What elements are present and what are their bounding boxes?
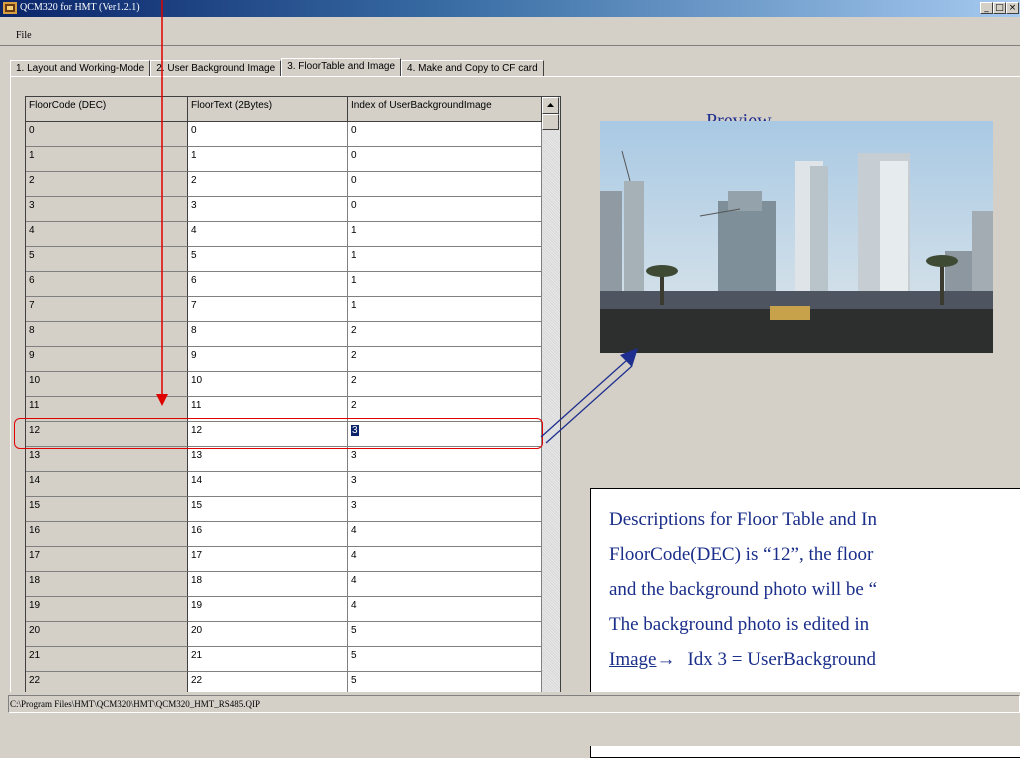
status-bar: C:\Program Files\HMT\QCM320\HMT\QCM320_H… [0, 692, 1020, 746]
description-line-5: Image→ Idx 3 = UserBackground [609, 649, 876, 671]
description-line-4: The background photo is edited in [609, 614, 870, 635]
description-line-1: Descriptions for Floor Table and In [609, 509, 877, 530]
description-link-image[interactable]: Image [609, 649, 656, 670]
description-line-2: FloorCode(DEC) is “12”, the floor [609, 544, 874, 565]
description-line-5-text: Idx 3 = UserBackground [687, 649, 877, 670]
description-arrow: → [656, 649, 676, 670]
description-line-3: and the background photo will be “ [609, 579, 878, 600]
status-file-path: C:\Program Files\HMT\QCM320\HMT\QCM320_H… [10, 699, 261, 709]
tab-floortable[interactable]: 3. FloorTable and Image [281, 58, 402, 76]
